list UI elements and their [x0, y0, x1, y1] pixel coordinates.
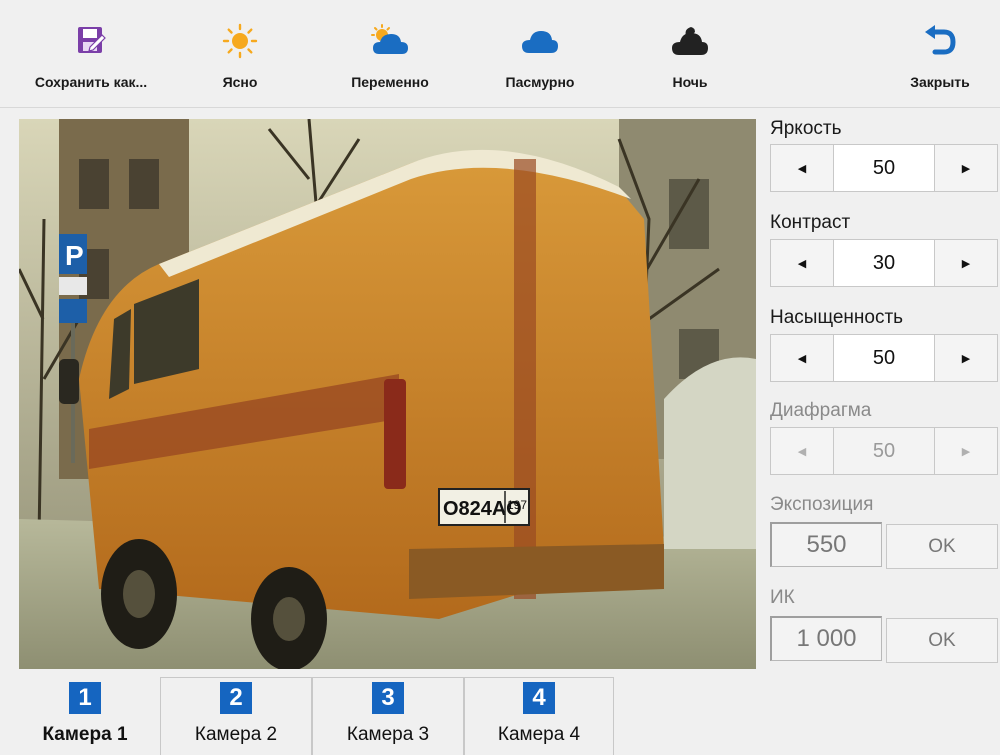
brightness-decrease-button[interactable]: ◀ — [771, 145, 833, 191]
contrast-spinner: ◀ 30 ▶ — [770, 239, 998, 287]
license-plate: О824АО 197 — [438, 488, 530, 526]
sun-cloud-icon — [370, 20, 410, 62]
cloudy-label: Пасмурно — [505, 74, 575, 90]
exposure-input[interactable]: 550 — [770, 522, 882, 567]
cloud-icon — [520, 20, 560, 62]
save-as-button[interactable]: Сохранить как... — [16, 0, 166, 108]
save-as-icon — [76, 20, 106, 62]
undo-arrow-icon — [923, 20, 957, 62]
contrast-label: Контраст — [770, 212, 851, 233]
clear-weather-label: Ясно — [222, 74, 258, 90]
save-as-label: Сохранить как... — [34, 74, 148, 90]
exposure-label: Экспозиция — [770, 494, 874, 515]
saturation-label: Насыщенность — [770, 307, 904, 328]
iris-increase-button[interactable]: ▶ — [935, 428, 997, 474]
close-button[interactable]: Закрыть — [890, 0, 990, 108]
iris-value[interactable]: 50 — [833, 428, 935, 474]
tab-camera-2-label: Камера 2 — [194, 724, 278, 745]
brightness-spinner: ◀ 50 ▶ — [770, 144, 998, 192]
tab-camera-1-label: Камера 1 — [42, 724, 128, 745]
tab-camera-4-label: Камера 4 — [497, 724, 581, 745]
partly-cloudy-button[interactable]: Переменно — [330, 0, 450, 108]
tab-camera-2[interactable]: 2 Камера 2 — [160, 677, 312, 755]
close-label: Закрыть — [910, 74, 970, 90]
contrast-value[interactable]: 30 — [833, 240, 935, 286]
svg-text:P: P — [65, 240, 84, 271]
brightness-increase-button[interactable]: ▶ — [935, 145, 997, 191]
partly-cloudy-label: Переменно — [351, 74, 429, 90]
tab-camera-4-number: 4 — [523, 682, 555, 714]
tab-camera-3-number: 3 — [372, 682, 404, 714]
exposure-ok-button[interactable]: OK — [886, 524, 998, 569]
contrast-increase-button[interactable]: ▶ — [935, 240, 997, 286]
tab-camera-3-label: Камера 3 — [346, 724, 430, 745]
iris-label: Диафрагма — [770, 400, 872, 421]
contrast-decrease-button[interactable]: ◀ — [771, 240, 833, 286]
saturation-increase-button[interactable]: ▶ — [935, 335, 997, 381]
tab-camera-3[interactable]: 3 Камера 3 — [312, 677, 464, 755]
saturation-spinner: ◀ 50 ▶ — [770, 334, 998, 382]
cloudy-button[interactable]: Пасмурно — [480, 0, 600, 108]
tab-camera-1-number: 1 — [69, 682, 101, 714]
ir-label: ИК — [770, 587, 795, 608]
tab-camera-4[interactable]: 4 Камера 4 — [464, 677, 614, 755]
tab-camera-1[interactable]: 1 Камера 1 — [10, 677, 160, 755]
license-plate-region: 197 — [507, 498, 527, 512]
night-button[interactable]: Ночь — [650, 0, 730, 108]
toolbar: Сохранить как... Ясно Переменно Пасмурно… — [0, 0, 1000, 108]
brightness-value[interactable]: 50 — [833, 145, 935, 191]
clear-weather-button[interactable]: Ясно — [200, 0, 280, 108]
ir-ok-button[interactable]: OK — [886, 618, 998, 663]
saturation-value[interactable]: 50 — [833, 335, 935, 381]
iris-spinner: ◀ 50 ▶ — [770, 427, 998, 475]
tab-camera-2-number: 2 — [220, 682, 252, 714]
night-label: Ночь — [672, 74, 708, 90]
camera-view: P О824АО 197 — [19, 119, 756, 669]
ir-input[interactable]: 1 000 — [770, 616, 882, 661]
saturation-decrease-button[interactable]: ◀ — [771, 335, 833, 381]
brightness-label: Яркость — [770, 118, 842, 139]
iris-decrease-button[interactable]: ◀ — [771, 428, 833, 474]
night-cloud-icon — [670, 20, 710, 62]
sun-icon — [222, 20, 258, 62]
